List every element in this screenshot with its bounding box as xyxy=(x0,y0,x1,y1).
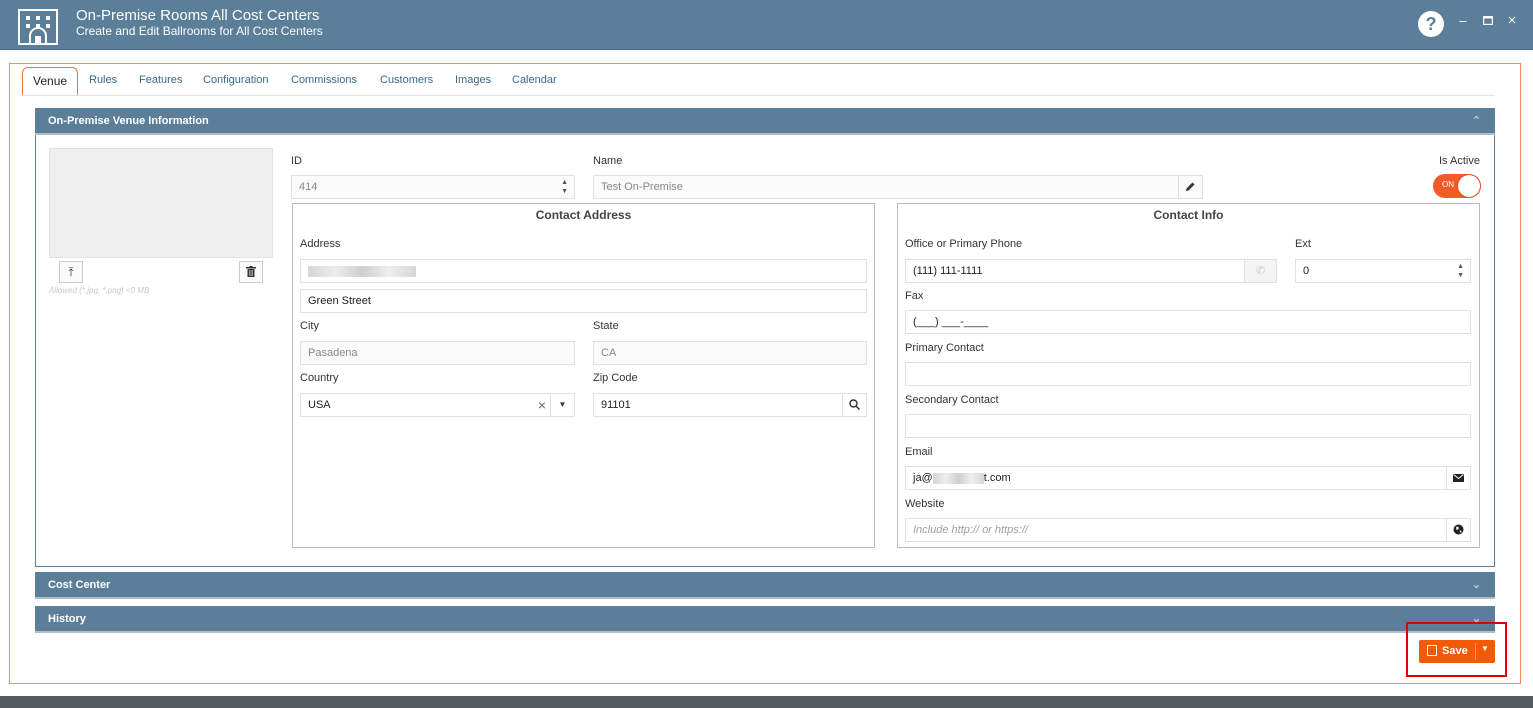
contact-info-title: Contact Info xyxy=(1153,208,1224,222)
ext-label: Ext xyxy=(1295,238,1311,250)
name-label: Name xyxy=(593,155,623,167)
phone-field[interactable]: (111) 111-1111 ✆ xyxy=(905,259,1277,283)
is-active-toggle[interactable]: ON xyxy=(1433,174,1481,198)
delete-photo-button[interactable] xyxy=(239,261,263,283)
open-website-button[interactable] xyxy=(1446,519,1470,541)
website-placeholder: Include http:// or https:// xyxy=(913,524,1028,536)
send-email-button[interactable] xyxy=(1446,467,1470,489)
title-bar: On-Premise Rooms All Cost Centers Create… xyxy=(0,0,1533,50)
taskbar-strip xyxy=(0,696,1533,708)
save-divider xyxy=(1475,643,1476,660)
maximize-icon[interactable] xyxy=(1481,14,1495,28)
zip-label: Zip Code xyxy=(593,372,638,384)
fax-field[interactable]: (___) ___-____ xyxy=(905,310,1471,334)
save-button[interactable]: Save ▼ xyxy=(1419,640,1495,663)
email-field[interactable]: ja@ t.com xyxy=(905,466,1471,490)
edit-name-button[interactable] xyxy=(1178,176,1202,198)
pencil-icon xyxy=(1186,182,1195,191)
trash-icon xyxy=(246,266,256,277)
search-icon xyxy=(849,399,861,411)
id-field[interactable]: 414 ▲ ▼ xyxy=(291,175,575,199)
panel-title: Cost Center xyxy=(48,579,111,591)
tab-images[interactable]: Images xyxy=(455,67,491,95)
country-label: Country xyxy=(300,372,339,384)
tab-venue[interactable]: Venue xyxy=(22,67,79,95)
website-label: Website xyxy=(905,498,945,510)
email-prefix: ja@ xyxy=(913,472,933,484)
is-active-label: Is Active xyxy=(1439,155,1480,167)
id-value: 414 xyxy=(299,181,318,193)
primary-contact-label: Primary Contact xyxy=(905,342,984,354)
name-field[interactable]: Test On-Premise xyxy=(593,175,1203,199)
minimize-icon[interactable]: – xyxy=(1456,14,1470,28)
ext-spinner-icon[interactable]: ▲ ▼ xyxy=(1457,262,1464,280)
panel-title: History xyxy=(48,613,86,625)
panel-header-history[interactable]: History ⌄ xyxy=(35,606,1495,633)
chevron-down-icon[interactable]: ▼ xyxy=(550,394,574,416)
email-suffix: t.com xyxy=(983,472,1011,484)
spinner-icon[interactable]: ▲ ▼ xyxy=(561,178,568,196)
save-dropdown-icon[interactable]: ▼ xyxy=(1481,644,1489,653)
upload-photo-button[interactable]: ⤒ xyxy=(59,261,83,283)
zip-value: 91101 xyxy=(601,399,631,411)
chevron-down-icon[interactable]: ⌄ xyxy=(1472,572,1481,599)
phone-icon[interactable]: ✆ xyxy=(1244,260,1276,282)
id-label: ID xyxy=(291,155,302,167)
address-label: Address xyxy=(300,238,341,250)
window-title: On-Premise Rooms All Cost Centers xyxy=(76,7,320,24)
tab-configuration[interactable]: Configuration xyxy=(203,67,268,95)
redacted-email xyxy=(932,472,984,484)
help-icon[interactable]: ? xyxy=(1418,11,1444,37)
clear-icon[interactable]: × xyxy=(538,394,546,416)
redacted-address xyxy=(308,265,416,277)
address-line2-field[interactable]: Green Street xyxy=(300,289,867,313)
upload-icon: ⤒ xyxy=(68,265,74,279)
zip-search-button[interactable] xyxy=(842,394,866,416)
tab-divider xyxy=(22,95,1495,96)
zip-field[interactable]: 91101 xyxy=(593,393,867,417)
fax-label: Fax xyxy=(905,290,924,302)
address-line1-field[interactable] xyxy=(300,259,867,283)
toggle-text: ON xyxy=(1442,180,1454,189)
ext-field[interactable]: 0 ▲ ▼ xyxy=(1295,259,1471,283)
tab-calendar[interactable]: Calendar xyxy=(512,67,557,95)
contact-address-box xyxy=(292,203,875,548)
panel-header-cost-center[interactable]: Cost Center ⌄ xyxy=(35,572,1495,599)
envelope-icon xyxy=(1453,474,1464,482)
country-select[interactable]: USA × ▼ xyxy=(300,393,575,417)
allowed-file-types: Allowed (*.jpg, *.png) <0 MB xyxy=(49,286,150,295)
name-value: Test On-Premise xyxy=(601,181,683,193)
email-label: Email xyxy=(905,446,933,458)
tab-features[interactable]: Features xyxy=(139,67,182,95)
state-field[interactable]: CA xyxy=(593,341,867,365)
tab-customers[interactable]: Customers xyxy=(380,67,433,95)
contact-address-title: Contact Address xyxy=(535,208,632,222)
city-label: City xyxy=(300,320,319,332)
panel-header-venue-info[interactable]: On-Premise Venue Information ⌃ xyxy=(35,108,1495,135)
tab-rules[interactable]: Rules xyxy=(89,67,117,95)
primary-contact-field[interactable] xyxy=(905,362,1471,386)
tab-commissions[interactable]: Commissions xyxy=(291,67,357,95)
window-subtitle: Create and Edit Ballrooms for All Cost C… xyxy=(76,24,323,38)
city-field[interactable]: Pasadena xyxy=(300,341,575,365)
chevron-up-icon[interactable]: ⌃ xyxy=(1472,108,1481,135)
phone-label: Office or Primary Phone xyxy=(905,238,1023,250)
panel-title: On-Premise Venue Information xyxy=(48,115,209,127)
country-value: USA xyxy=(308,399,331,411)
toggle-knob xyxy=(1458,175,1480,197)
globe-icon xyxy=(1453,524,1464,535)
save-label: Save xyxy=(1442,645,1468,657)
floppy-disk-icon xyxy=(1427,645,1437,656)
ext-value: 0 xyxy=(1303,265,1310,277)
secondary-contact-field[interactable] xyxy=(905,414,1471,438)
phone-value: (111) 111-1111 xyxy=(913,265,983,277)
venue-photo-placeholder[interactable] xyxy=(49,148,273,258)
close-icon[interactable]: × xyxy=(1505,13,1519,28)
website-field[interactable]: Include http:// or https:// xyxy=(905,518,1471,542)
secondary-contact-label: Secondary Contact xyxy=(905,394,999,406)
building-icon xyxy=(18,9,58,45)
state-label: State xyxy=(593,320,619,332)
